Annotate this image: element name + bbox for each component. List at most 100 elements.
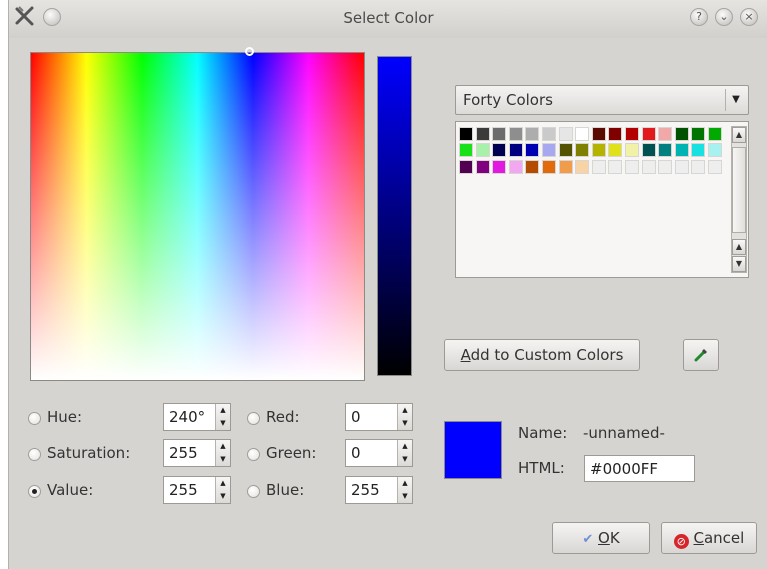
palette-swatch[interactable] [525, 143, 540, 158]
value-radio[interactable] [28, 485, 41, 498]
scroll-down-icon[interactable]: ▼ [732, 256, 746, 272]
hue-spinbox[interactable]: 240° ▲ ▼ [163, 403, 231, 431]
html-color-input[interactable]: #0000FF [584, 455, 695, 482]
green-spinbox[interactable]: 0 ▲ ▼ [345, 439, 413, 467]
hue-saturation-field[interactable] [30, 47, 365, 381]
palette-swatch[interactable] [591, 159, 606, 174]
add-to-custom-colors-button[interactable]: Add to Custom Colors [444, 339, 640, 371]
eyedropper-button[interactable] [683, 339, 719, 371]
palette-swatch[interactable] [542, 159, 556, 174]
select-color-dialog: Select Color ? ⌄ × Forty Colors ▼ ▲ ▲ ▼ … [8, 0, 767, 569]
add-custom-mnemonic: A [460, 346, 471, 364]
palette-swatch[interactable] [674, 159, 689, 174]
palette-swatch[interactable] [459, 127, 473, 141]
palette-select[interactable]: Forty Colors ▼ [455, 85, 749, 115]
scroll-up-lower-icon[interactable]: ▲ [732, 239, 746, 255]
palette-swatch[interactable] [691, 143, 706, 158]
eyedropper-icon [694, 349, 707, 362]
scroll-up-icon[interactable]: ▲ [732, 127, 746, 143]
palette-swatch[interactable] [508, 127, 523, 141]
palette-swatch[interactable] [691, 127, 706, 141]
palette-swatch[interactable] [691, 159, 706, 174]
chevron-down-icon[interactable]: ▼ [725, 89, 746, 111]
palette-swatch[interactable] [558, 127, 573, 141]
palette-swatch[interactable] [558, 159, 573, 174]
saturation-label: Saturation: [47, 444, 131, 462]
palette-swatch[interactable] [641, 159, 656, 174]
palette-swatch[interactable] [492, 159, 507, 174]
hue-label: Hue: [47, 408, 83, 426]
saturation-radio[interactable] [28, 448, 41, 461]
help-icon[interactable]: ? [690, 8, 708, 26]
palette-swatch[interactable] [459, 159, 473, 174]
blue-spinbox[interactable]: 255 ▲ ▼ [345, 476, 413, 504]
name-value: -unnamed- [583, 424, 665, 442]
palette-swatch[interactable] [608, 127, 623, 141]
palette-swatch[interactable] [674, 143, 689, 158]
palette-swatch[interactable] [641, 143, 656, 158]
palette-swatch[interactable] [708, 143, 722, 158]
palette-swatch[interactable] [492, 143, 507, 158]
value-slider[interactable] [377, 56, 412, 376]
red-stepper[interactable]: ▲ ▼ [397, 404, 412, 430]
palette-swatch[interactable] [475, 127, 490, 141]
palette-swatch[interactable] [658, 159, 673, 174]
palette-swatch[interactable] [641, 127, 656, 141]
red-spinbox[interactable]: 0 ▲ ▼ [345, 403, 413, 431]
palette-swatch[interactable] [625, 159, 639, 174]
palette-swatch[interactable] [674, 127, 689, 141]
palette-scrollbar[interactable]: ▲ ▲ ▼ [731, 126, 747, 273]
red-value: 0 [351, 408, 361, 426]
palette-swatch[interactable] [625, 143, 639, 158]
palette-swatch[interactable] [608, 159, 623, 174]
green-stepper[interactable]: ▲ ▼ [397, 440, 412, 466]
red-radio[interactable] [247, 412, 260, 425]
minimize-icon[interactable]: ⌄ [715, 8, 733, 26]
palette-swatch[interactable] [658, 127, 673, 141]
cancel-mnemonic: C [693, 529, 704, 547]
palette-swatch[interactable] [575, 127, 590, 141]
hue-stepper[interactable]: ▲ ▼ [215, 404, 230, 430]
green-radio[interactable] [247, 448, 260, 461]
saturation-stepper[interactable]: ▲ ▼ [215, 440, 230, 466]
palette-swatch[interactable] [475, 159, 490, 174]
blue-stepper[interactable]: ▲ ▼ [397, 477, 412, 503]
close-icon[interactable]: × [740, 8, 758, 26]
value-label: Value: [47, 481, 94, 499]
palette-swatch[interactable] [658, 143, 673, 158]
palette-swatch[interactable] [542, 127, 556, 141]
color-cursor[interactable] [245, 47, 254, 56]
palette-swatch[interactable] [575, 143, 590, 158]
ok-button[interactable]: ✔ OK [552, 522, 650, 554]
saturation-spinbox[interactable]: 255 ▲ ▼ [163, 439, 231, 467]
palette-swatch[interactable] [459, 143, 473, 158]
palette-swatch[interactable] [708, 127, 722, 141]
value-spinbox[interactable]: 255 ▲ ▼ [163, 476, 231, 504]
palette-swatch[interactable] [708, 159, 722, 174]
palette-swatch[interactable] [591, 143, 606, 158]
scroll-thumb[interactable] [732, 147, 746, 233]
blue-radio[interactable] [247, 485, 260, 498]
hue-radio[interactable] [28, 412, 41, 425]
value-value: 255 [169, 481, 198, 499]
palette-swatch[interactable] [525, 127, 540, 141]
palette-swatch[interactable] [625, 127, 639, 141]
palette-swatch[interactable] [575, 159, 590, 174]
palette-swatch[interactable] [591, 127, 606, 141]
ok-label: K [609, 529, 620, 547]
palette-swatch[interactable] [558, 143, 573, 158]
checkmark-icon: ✔ [582, 532, 594, 547]
color-preview [444, 421, 502, 479]
palette-swatch[interactable] [508, 143, 523, 158]
html-color-value: #0000FF [590, 460, 658, 478]
palette-swatch[interactable] [475, 143, 490, 158]
palette-swatch[interactable] [492, 127, 507, 141]
palette-swatch[interactable] [542, 143, 556, 158]
palette-swatch[interactable] [508, 159, 523, 174]
palette-swatch[interactable] [608, 143, 623, 158]
palette-swatch[interactable] [525, 159, 540, 174]
cancel-button[interactable]: ⊘ Cancel [661, 522, 757, 554]
value-stepper[interactable]: ▲ ▼ [215, 477, 230, 503]
blue-value: 255 [351, 481, 380, 499]
green-label: Green: [266, 444, 317, 462]
